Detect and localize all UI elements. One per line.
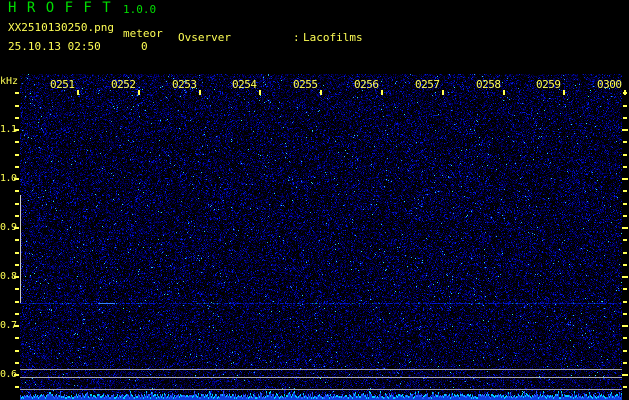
freq-minor-tick-left (15, 386, 19, 388)
freq-minor-tick-left (15, 252, 19, 254)
freq-major-tick-left (14, 276, 19, 278)
app-title: H R O F F T (8, 0, 112, 16)
freq-minor-tick-right (623, 288, 627, 290)
freq-axis-unit-label: kHz (0, 76, 19, 87)
observation-mode: meteor (123, 27, 163, 40)
freq-minor-tick-left (15, 141, 19, 143)
freq-minor-tick-left (15, 215, 19, 217)
freq-major-tick-left (14, 374, 19, 376)
freq-major-tick-right (622, 227, 628, 229)
info-row-observer: Ovserver: Lacofilms (178, 31, 455, 45)
freq-minor-tick-right (623, 154, 627, 156)
freq-minor-tick-right (623, 252, 627, 254)
freq-major-tick-left (14, 227, 19, 229)
freq-minor-tick-right (623, 350, 627, 352)
info-value: Lacofilms (303, 31, 363, 44)
freq-major-tick-left (14, 129, 19, 131)
freq-minor-tick-left (15, 190, 19, 192)
freq-minor-tick-left (15, 117, 19, 119)
freq-minor-tick-left (15, 264, 19, 266)
freq-minor-tick-right (623, 313, 627, 315)
freq-minor-tick-right (623, 337, 627, 339)
freq-minor-tick-left (15, 239, 19, 241)
freq-minor-tick-left (15, 105, 19, 107)
freq-minor-tick-right (623, 105, 627, 107)
freq-minor-tick-right (623, 362, 627, 364)
freq-tick-label: 0.7 (0, 320, 17, 331)
freq-minor-tick-right (623, 92, 627, 94)
freq-major-tick-right (622, 374, 628, 376)
freq-major-tick-left (14, 325, 19, 327)
freq-tick-label: 0.9 (0, 222, 17, 233)
freq-major-tick-right (622, 129, 628, 131)
app-version: 1.0.0 (123, 3, 157, 16)
freq-minor-tick-right (623, 386, 627, 388)
info-separator: : (293, 31, 300, 44)
freq-minor-tick-right (623, 117, 627, 119)
freq-minor-tick-left (15, 288, 19, 290)
freq-minor-tick-left (15, 203, 19, 205)
freq-minor-tick-right (623, 166, 627, 168)
freq-major-tick-right (622, 178, 628, 180)
output-filename: XX2510130250.png (8, 21, 114, 34)
echo-count: 0 (141, 40, 148, 53)
freq-tick-label: 0.6 (0, 369, 17, 380)
freq-minor-tick-left (15, 313, 19, 315)
observation-datetime: 25.10.13 02:50 (8, 40, 101, 53)
freq-minor-tick-left (15, 301, 19, 303)
freq-major-tick-right (622, 276, 628, 278)
freq-major-tick-left (14, 178, 19, 180)
freq-minor-tick-right (623, 301, 627, 303)
freq-minor-tick-left (15, 350, 19, 352)
time-tick-mark (624, 90, 626, 95)
freq-minor-tick-left (15, 362, 19, 364)
freq-minor-tick-left (15, 92, 19, 94)
freq-minor-tick-right (623, 141, 627, 143)
freq-major-tick-right (622, 325, 628, 327)
freq-minor-tick-right (623, 203, 627, 205)
freq-minor-tick-right (623, 215, 627, 217)
freq-minor-tick-left (15, 154, 19, 156)
spectrogram-canvas (20, 74, 622, 400)
freq-minor-tick-left (15, 166, 19, 168)
freq-tick-label: 1.0 (0, 173, 17, 184)
freq-minor-tick-right (623, 239, 627, 241)
hrofft-window: H R O F F T 1.0.0 XX2510130250.png meteo… (0, 0, 629, 400)
freq-minor-tick-right (623, 264, 627, 266)
freq-minor-tick-right (623, 190, 627, 192)
freq-minor-tick-left (15, 337, 19, 339)
freq-tick-label: 0.8 (0, 271, 17, 282)
info-label: Ovserver (178, 31, 231, 44)
freq-tick-label: 1.1 (0, 124, 17, 135)
